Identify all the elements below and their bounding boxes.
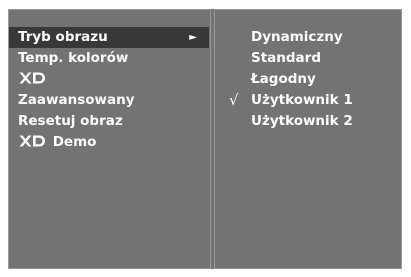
- option-label: Dynamiczny: [251, 29, 343, 45]
- menu-item-resetuj-obraz[interactable]: Resetuj obraz: [9, 111, 209, 132]
- submenu-panel: Dynamiczny Standard Łagodny √ Użytkownik…: [214, 9, 402, 269]
- menu-item-label: Zaawansowany: [18, 92, 135, 108]
- option-standard[interactable]: Standard: [215, 48, 401, 69]
- checkmark-icon: √: [229, 91, 239, 109]
- option-uzytkownik-1[interactable]: √ Użytkownik 1: [215, 90, 401, 111]
- option-label: Użytkownik 1: [251, 92, 353, 108]
- menu-item-temp-kolorow[interactable]: Temp. kolorów: [9, 48, 209, 69]
- menu-item-label: Resetuj obraz: [18, 113, 123, 129]
- menu-item-label: Temp. kolorów: [18, 50, 129, 66]
- picture-settings-osd: Tryb obrazu ► Temp. kolorów Zaawansowany…: [8, 9, 402, 269]
- xd-engine-logo-icon: [19, 72, 45, 84]
- picture-mode-submenu: Dynamiczny Standard Łagodny √ Użytkownik…: [215, 27, 401, 132]
- menu-item-label: Tryb obrazu: [18, 29, 108, 45]
- xd-engine-logo-icon: [19, 135, 45, 147]
- submenu-arrow-icon: ►: [189, 32, 197, 43]
- menu-item-xd-demo[interactable]: Demo: [9, 132, 209, 153]
- option-uzytkownik-2[interactable]: Użytkownik 2: [215, 111, 401, 132]
- menu-item-zaawansowany[interactable]: Zaawansowany: [9, 90, 209, 111]
- option-lagodny[interactable]: Łagodny: [215, 69, 401, 90]
- main-menu: Tryb obrazu ► Temp. kolorów Zaawansowany…: [9, 27, 210, 153]
- option-label: Łagodny: [251, 71, 316, 87]
- menu-item-tryb-obrazu[interactable]: Tryb obrazu ►: [9, 27, 209, 48]
- menu-item-label: Demo: [52, 134, 97, 150]
- main-menu-panel: Tryb obrazu ► Temp. kolorów Zaawansowany…: [8, 9, 211, 269]
- option-label: Standard: [251, 50, 321, 66]
- option-dynamiczny[interactable]: Dynamiczny: [215, 27, 401, 48]
- menu-item-xd[interactable]: [9, 69, 209, 90]
- option-label: Użytkownik 2: [251, 113, 353, 129]
